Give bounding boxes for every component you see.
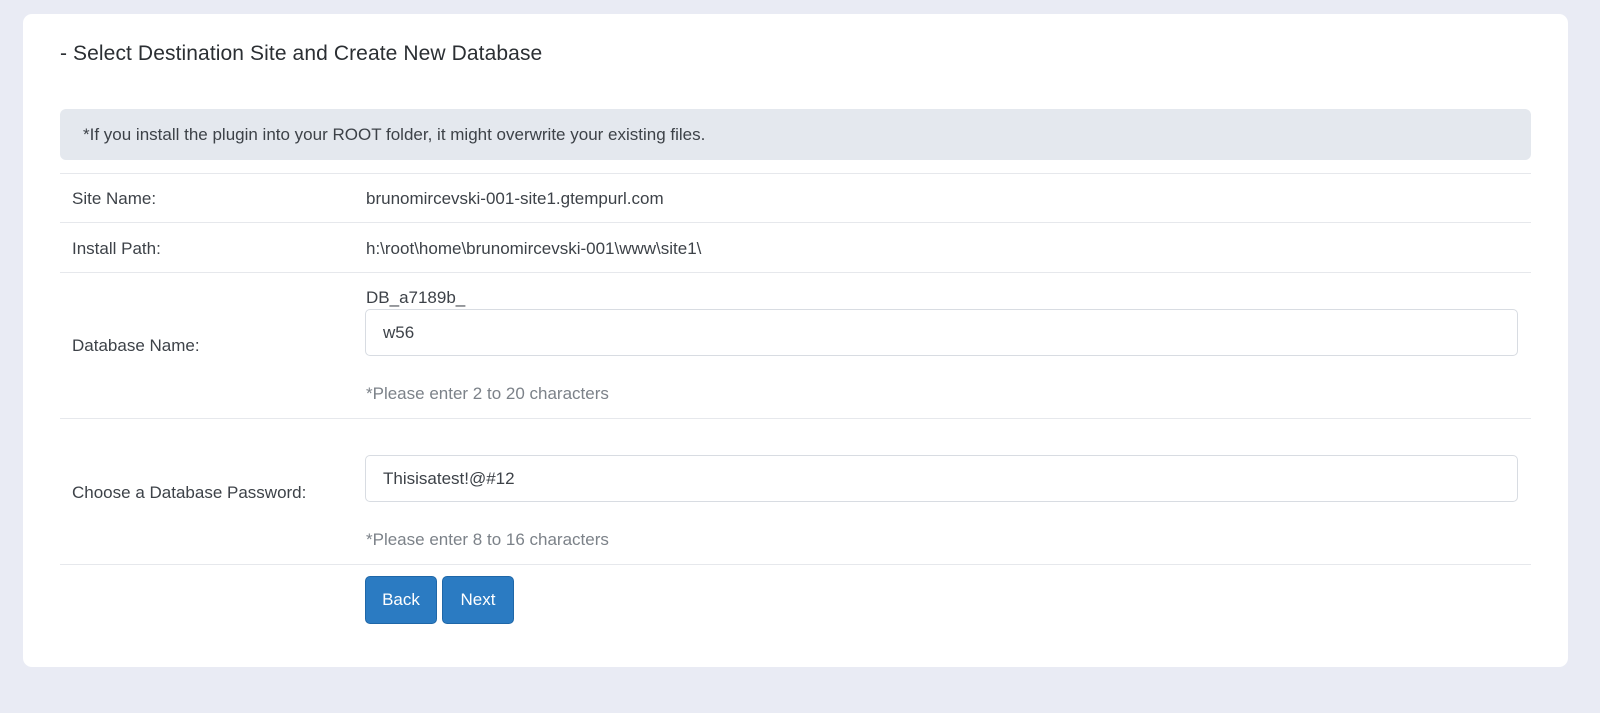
site-name-value: brunomircevski-001-site1.gtempurl.com: [366, 189, 664, 208]
database-password-hint: *Please enter 8 to 16 characters: [366, 530, 609, 549]
install-path-label: Install Path:: [72, 239, 161, 258]
install-path-value: h:\root\home\brunomircevski-001\www\site…: [366, 239, 702, 258]
back-button[interactable]: Back: [365, 576, 437, 624]
divider: [60, 173, 1531, 174]
next-button[interactable]: Next: [442, 576, 514, 624]
database-password-label: Choose a Database Password:: [72, 483, 307, 502]
site-name-label: Site Name:: [72, 189, 157, 208]
divider: [60, 272, 1531, 273]
database-password-input[interactable]: [365, 455, 1518, 502]
section-title: - Select Destination Site and Create New…: [60, 42, 543, 65]
divider: [60, 418, 1531, 419]
database-name-hint: *Please enter 2 to 20 characters: [366, 384, 609, 403]
database-name-prefix: DB_a7189b_: [366, 288, 466, 307]
divider: [60, 222, 1531, 223]
root-folder-notice: *If you install the plugin into your ROO…: [60, 109, 1531, 160]
divider: [60, 564, 1531, 565]
database-name-label: Database Name:: [72, 336, 200, 355]
install-card: - Select Destination Site and Create New…: [23, 14, 1568, 667]
database-name-input[interactable]: [365, 309, 1518, 356]
